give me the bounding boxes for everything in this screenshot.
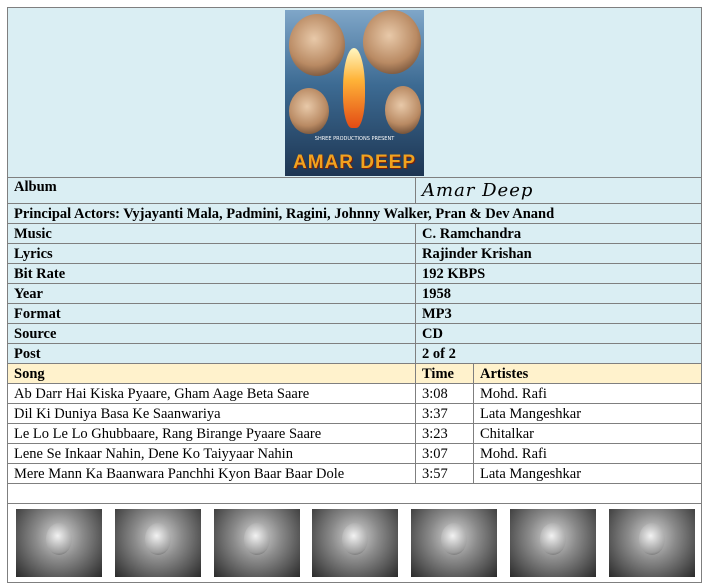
film-still-image [16, 509, 102, 577]
song-title: Ab Darr Hai Kiska Pyaare, Gham Aage Beta… [7, 383, 416, 404]
principal-actors: Principal Actors: Vyjayanti Mala, Padmin… [6, 203, 703, 224]
info-value: 192 KBPS [414, 263, 703, 284]
film-still-image [411, 509, 498, 577]
info-row-source: Source CD [7, 323, 703, 344]
artistes-column-header: Artistes [472, 363, 703, 384]
film-still-image [114, 509, 201, 577]
film-still-image [608, 509, 695, 577]
info-row-music: Music C. Ramchandra [7, 223, 703, 244]
song-time: 3:07 [415, 443, 474, 464]
song-title: Mere Mann Ka Baanwara Panchhi Kyon Baar … [7, 463, 416, 484]
song-time: 3:08 [415, 383, 474, 404]
actor-face [363, 10, 422, 74]
info-label: Music [7, 223, 416, 244]
song-artist: Lata Mangeshkar [472, 403, 703, 424]
song-time: 3:23 [415, 423, 474, 444]
info-label: Lyrics [7, 243, 416, 264]
time-column-header: Time [415, 363, 474, 384]
song-row: Le Lo Le Lo Ghubbaare, Rang Birange Pyaa… [7, 423, 703, 444]
actress-face [289, 14, 346, 76]
album-value: Amar Deep [414, 177, 703, 204]
cover-cell: SHREE PRODUCTIONS PRESENT AMAR DEEP [6, 7, 703, 178]
film-still-image [213, 509, 300, 577]
info-row-post: Post 2 of 2 [7, 343, 703, 364]
info-value: 1958 [414, 283, 703, 304]
info-row-lyrics: Lyrics Rajinder Krishan [7, 243, 703, 264]
song-title: Le Lo Le Lo Ghubbaare, Rang Birange Pyaa… [7, 423, 416, 444]
song-title: Dil Ki Duniya Basa Ke Saanwariya [7, 403, 416, 424]
songs-header-row: Song Time Artistes [7, 363, 703, 384]
spacer-cell [6, 483, 703, 504]
song-time: 3:37 [415, 403, 474, 424]
song-artist: Mohd. Rafi [472, 383, 703, 404]
song-row: Dil Ki Duniya Basa Ke Saanwariya 3:37 La… [7, 403, 703, 424]
song-row: Mere Mann Ka Baanwara Panchhi Kyon Baar … [7, 463, 703, 484]
album-label: Album [7, 177, 416, 204]
song-artist: Mohd. Rafi [472, 443, 703, 464]
song-artist: Chitalkar [472, 423, 703, 444]
info-value: Rajinder Krishan [414, 243, 703, 264]
song-time: 3:57 [415, 463, 474, 484]
info-label: Year [7, 283, 416, 304]
song-row: Lene Se Inkaar Nahin, Dene Ko Taiyyaar N… [7, 443, 703, 464]
info-row-format: Format MP3 [7, 303, 703, 324]
info-value: CD [414, 323, 703, 344]
info-row-bitrate: Bit Rate 192 KBPS [7, 263, 703, 284]
info-label: Post [7, 343, 416, 364]
film-still-image [312, 509, 399, 577]
song-row: Ab Darr Hai Kiska Pyaare, Gham Aage Beta… [7, 383, 703, 404]
song-title: Lene Se Inkaar Nahin, Dene Ko Taiyyaar N… [7, 443, 416, 464]
info-value: 2 of 2 [414, 343, 703, 364]
info-label: Bit Rate [7, 263, 416, 284]
song-column-header: Song [7, 363, 416, 384]
film-stills-cell [6, 503, 703, 583]
info-label: Format [7, 303, 416, 324]
info-label: Source [7, 323, 416, 344]
song-artist: Lata Mangeshkar [472, 463, 703, 484]
album-cover-image: SHREE PRODUCTIONS PRESENT AMAR DEEP [285, 10, 425, 176]
villain-face [385, 86, 422, 134]
film-still-image [510, 509, 597, 577]
info-row-year: Year 1958 [7, 283, 703, 304]
cover-credit: SHREE PRODUCTIONS PRESENT [314, 136, 395, 142]
info-value: C. Ramchandra [414, 223, 703, 244]
film-stills-strip [9, 506, 701, 580]
spacer-row [6, 483, 703, 504]
album-info-table: SHREE PRODUCTIONS PRESENT AMAR DEEP Albu… [6, 7, 703, 583]
info-value: MP3 [414, 303, 703, 324]
cover-title-art: AMAR DEEP [293, 152, 417, 173]
lamp-flame [343, 48, 366, 128]
comedian-face [289, 88, 330, 134]
